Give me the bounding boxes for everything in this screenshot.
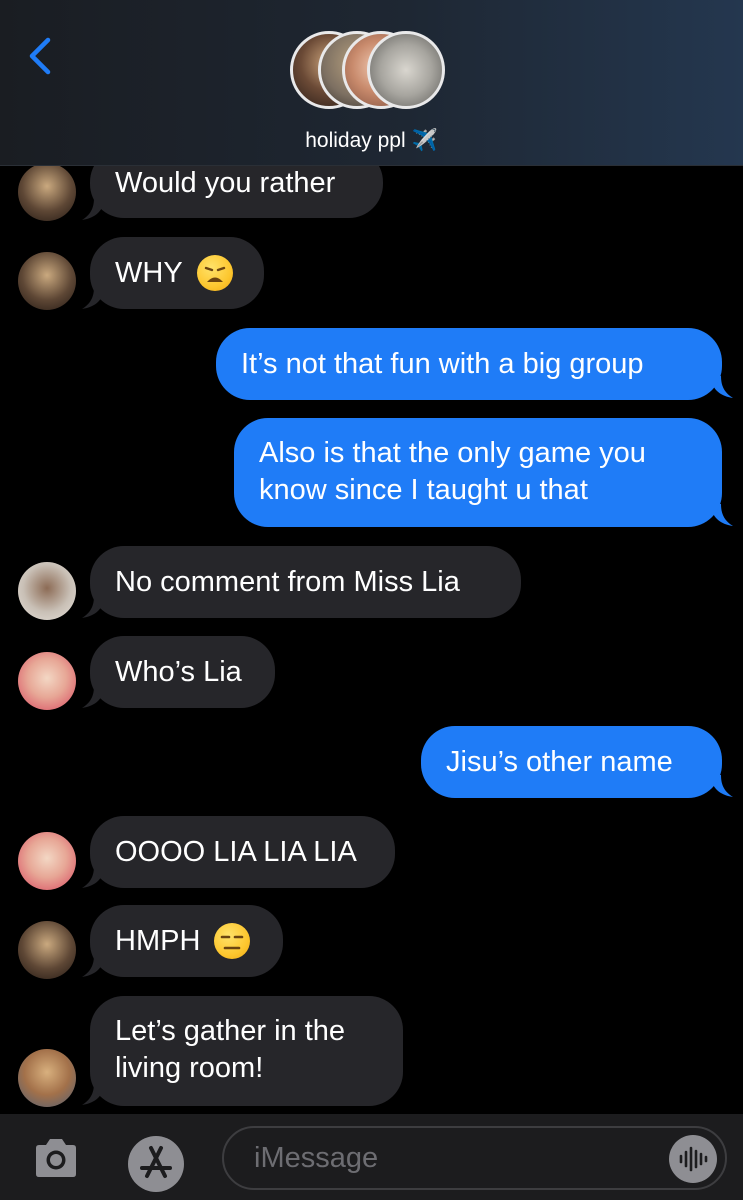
- message-bubble[interactable]: OOOO LIA LIA LIA: [90, 816, 395, 888]
- message-bubble[interactable]: HMPH: [90, 905, 283, 977]
- audio-waveform-icon[interactable]: [669, 1135, 717, 1183]
- sender-avatar[interactable]: [18, 832, 76, 890]
- chevron-left-icon[interactable]: [22, 34, 62, 78]
- conversation-header: holiday ppl ✈️: [0, 0, 743, 166]
- sender-avatar[interactable]: [18, 921, 76, 979]
- message-bubble[interactable]: Jisu’s other name: [421, 726, 722, 798]
- message-text-line: living room!: [115, 1052, 264, 1084]
- sender-avatar[interactable]: [18, 1049, 76, 1107]
- message-text-line: know since I taught u that: [259, 474, 588, 506]
- message-input[interactable]: iMessage: [222, 1126, 727, 1190]
- expressionless-face-icon: [214, 923, 251, 959]
- message-text: It’s not that fun with a big group: [241, 347, 644, 380]
- message-text: Who’s Lia: [115, 655, 242, 688]
- message-input-placeholder: iMessage: [254, 1142, 379, 1174]
- message-bubble[interactable]: No comment from Miss Lia: [90, 546, 521, 618]
- message-text-line: Also is that the only game you: [259, 437, 646, 469]
- sender-avatar[interactable]: [18, 252, 76, 310]
- group-avatar-stack[interactable]: [290, 31, 455, 115]
- message-bubble[interactable]: It’s not that fun with a big group: [216, 328, 722, 400]
- app-store-icon[interactable]: [124, 1132, 188, 1196]
- message-text: WHY: [115, 256, 183, 289]
- group-member-avatar: [367, 31, 445, 109]
- message-text: OOOO LIA LIA LIA: [115, 835, 357, 868]
- message-text: No comment from Miss Lia: [115, 565, 460, 598]
- sender-avatar[interactable]: [18, 652, 76, 710]
- camera-icon[interactable]: [32, 1136, 80, 1180]
- message-bubble[interactable]: WHY: [90, 237, 264, 309]
- message-text-line: Let’s gather in the: [115, 1015, 346, 1047]
- message-bubble[interactable]: Let’s gather in the living room!: [90, 996, 403, 1106]
- group-title[interactable]: holiday ppl ✈️: [0, 128, 743, 153]
- sender-avatar[interactable]: [18, 562, 76, 620]
- message-text: Jisu’s other name: [446, 745, 673, 778]
- message-bubble[interactable]: Who’s Lia: [90, 636, 275, 708]
- message-composer: iMessage: [0, 1114, 743, 1200]
- message-bubble[interactable]: Also is that the only game you know sinc…: [234, 418, 722, 527]
- airplane-icon: ✈️: [411, 128, 438, 152]
- group-name: holiday ppl: [305, 129, 406, 152]
- message-text: HMPH: [115, 924, 201, 957]
- sender-avatar[interactable]: [18, 163, 76, 221]
- message-text: Would you rather: [115, 166, 336, 199]
- weary-face-icon: [196, 255, 233, 291]
